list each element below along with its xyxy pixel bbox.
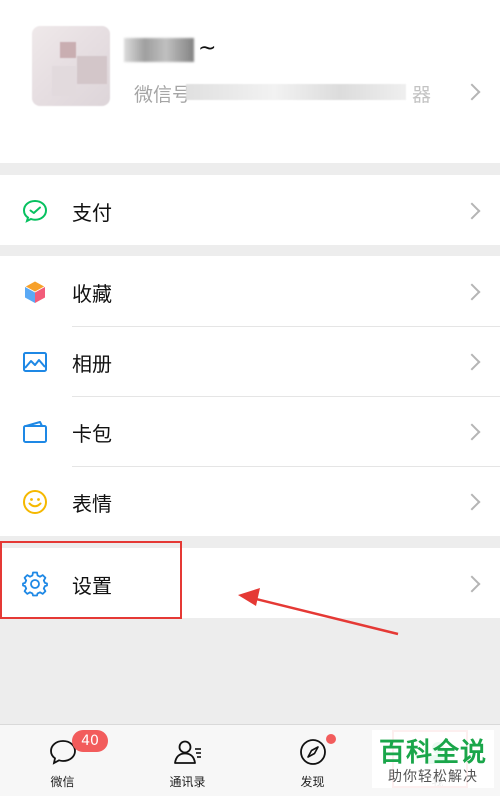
chevron-right-icon — [463, 202, 481, 220]
annotation-arrow-icon — [238, 588, 399, 636]
wechat-id-label: 微信号 — [134, 84, 192, 106]
chevron-right-icon — [463, 493, 481, 511]
menu-item-label: 支付 — [72, 201, 112, 225]
tab-label: 微信 — [50, 775, 75, 789]
tab-chats[interactable]: 40 微信 — [0, 725, 125, 796]
watermark: 百科全说 助你轻松解决 — [372, 730, 494, 788]
chevron-right-icon — [463, 423, 481, 441]
card-wallet-icon — [23, 421, 47, 443]
nickname-suffix: ~ — [198, 36, 217, 61]
features-group: 收藏 相册 卡包 表情 — [0, 256, 500, 536]
tab-contacts[interactable]: 通讯录 — [125, 725, 250, 796]
sticker-icon — [23, 490, 47, 514]
chevron-right-icon — [463, 353, 481, 371]
menu-item-label: 相册 — [72, 352, 112, 376]
unread-badge: 40 — [72, 730, 108, 752]
chevron-right-icon — [463, 283, 481, 301]
menu-item-label: 表情 — [72, 492, 112, 516]
tab-discover[interactable]: 发现 — [250, 725, 375, 796]
chevron-right-icon — [463, 575, 481, 593]
pay-group: 支付 — [0, 175, 500, 245]
favorites-icon — [24, 280, 46, 303]
watermark-subtitle: 助你轻松解决 — [388, 769, 478, 785]
avatar[interactable] — [32, 26, 110, 106]
tab-label: 通讯录 — [169, 775, 206, 789]
album-icon — [23, 352, 47, 372]
wechat-id-tail: 器 — [412, 84, 432, 106]
menu-item-label: 卡包 — [72, 422, 112, 446]
new-dot — [326, 734, 336, 744]
profile-header[interactable]: ~ 微信号 器 — [0, 0, 500, 163]
menu-item-label: 收藏 — [72, 282, 112, 306]
annotation-highlight-box — [0, 541, 182, 619]
menu-item-album[interactable]: 相册 — [0, 326, 500, 396]
menu-item-card-wallet[interactable]: 卡包 — [0, 396, 500, 466]
menu-item-pay[interactable]: 支付 — [0, 175, 500, 245]
watermark-title: 百科全说 — [378, 738, 487, 768]
nickname-blurred — [124, 38, 194, 62]
compass-icon — [299, 739, 326, 765]
wechat-pay-icon — [22, 199, 48, 223]
chevron-right-icon — [463, 83, 481, 101]
tab-label: 发现 — [300, 775, 325, 789]
contacts-icon — [173, 740, 201, 764]
menu-item-stickers[interactable]: 表情 — [0, 466, 500, 536]
menu-item-favorites[interactable]: 收藏 — [0, 256, 500, 326]
wechat-id-blurred — [186, 84, 406, 100]
